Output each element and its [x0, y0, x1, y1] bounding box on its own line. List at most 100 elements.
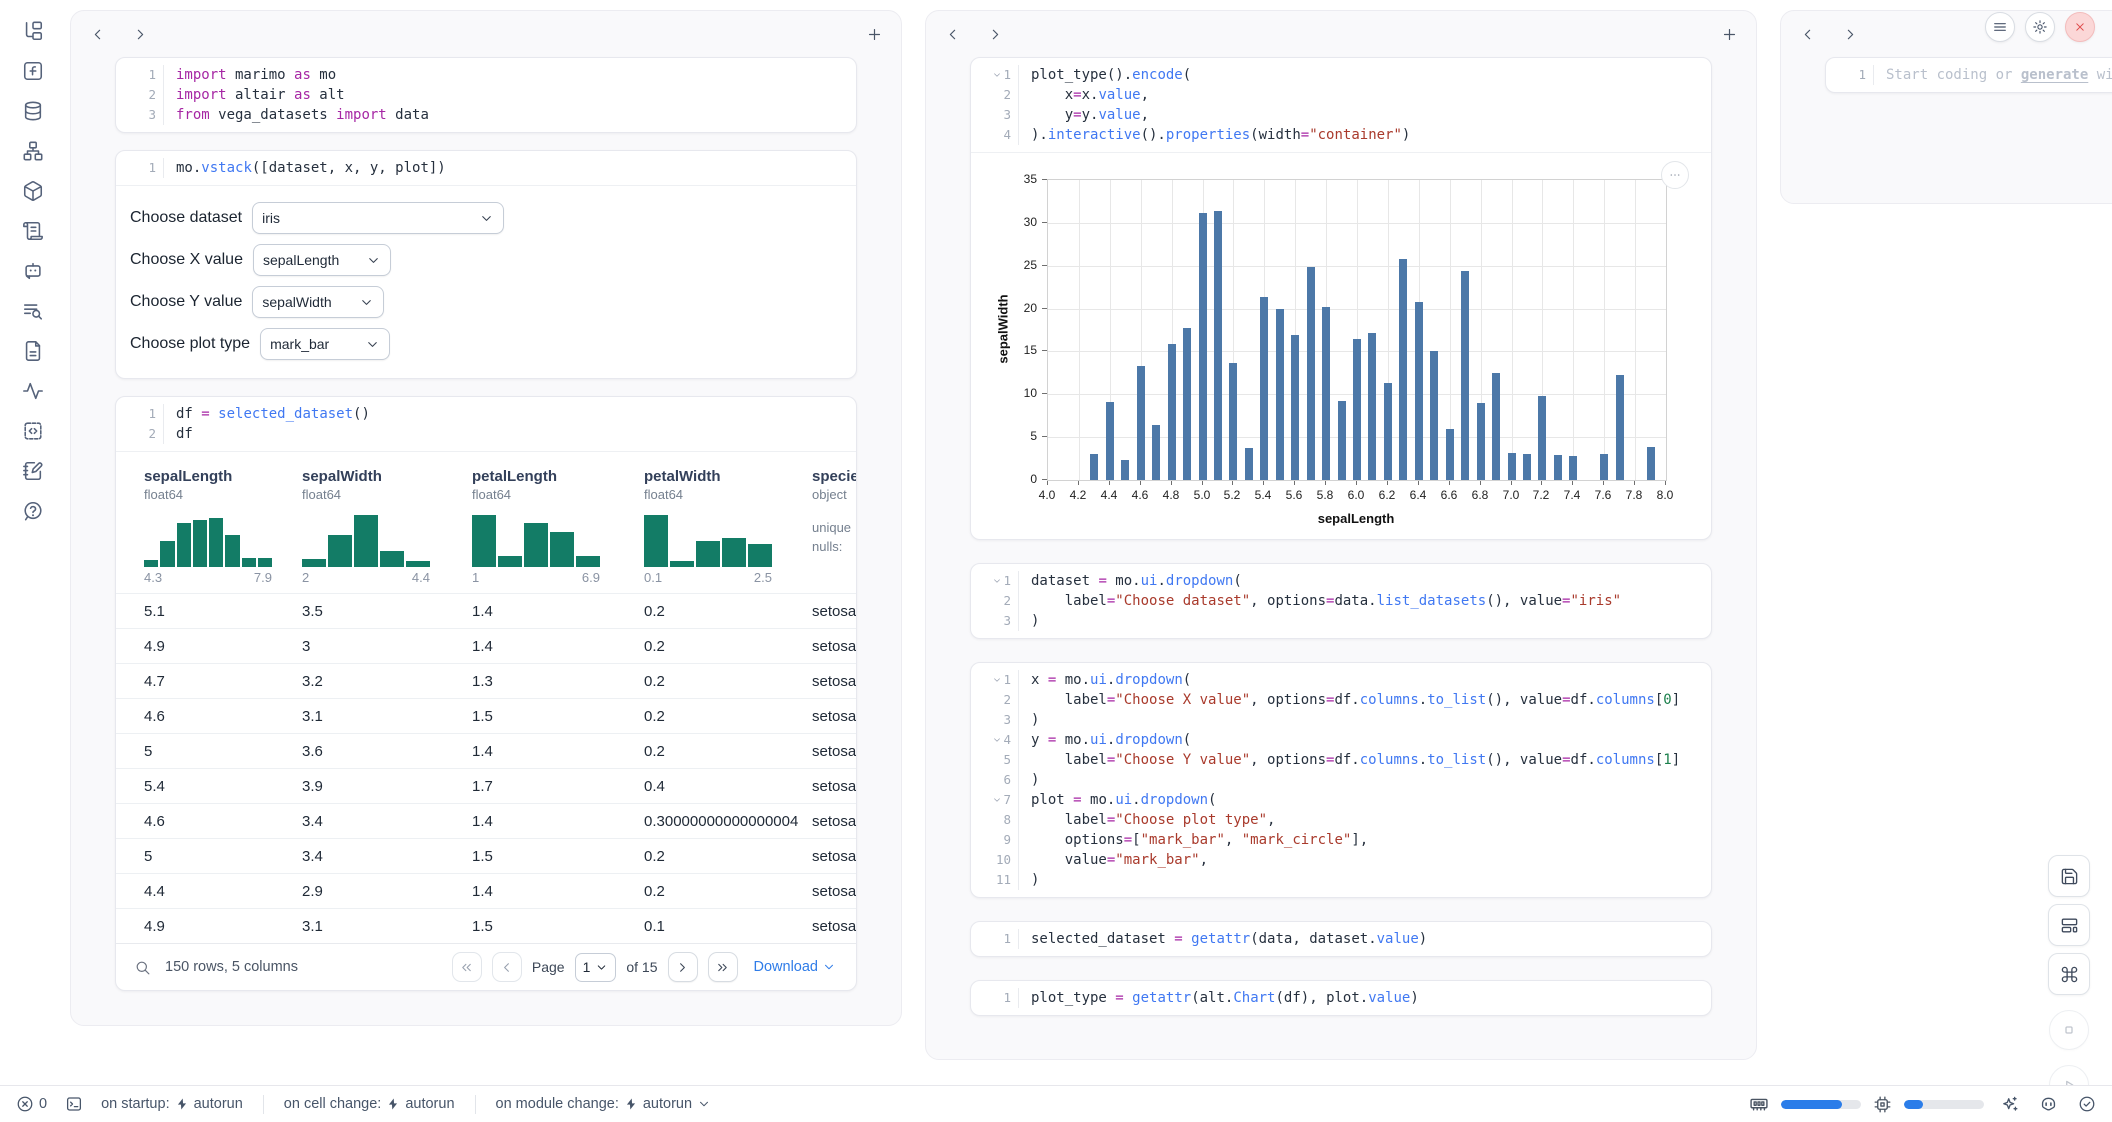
table-row[interactable]: 53.61.40.2setosa — [116, 733, 856, 768]
chart-bar[interactable] — [1399, 259, 1407, 480]
add-cell-button[interactable] — [864, 24, 885, 45]
column-next-button[interactable] — [130, 24, 151, 45]
table-row[interactable]: 4.63.41.40.30000000000000004setosa — [116, 803, 856, 838]
column-next-button[interactable] — [1840, 24, 1861, 45]
sidebar-item-file-text[interactable] — [20, 338, 46, 364]
fold-chevron-icon[interactable] — [992, 795, 1002, 805]
column-histogram[interactable] — [644, 515, 772, 567]
sidebar-item-list-search[interactable] — [20, 298, 46, 324]
chart-bar[interactable] — [1245, 448, 1253, 480]
chart-bar[interactable] — [1430, 351, 1438, 480]
on-startup-setting[interactable]: on startup: autorun — [97, 1094, 247, 1114]
sidebar-item-network[interactable] — [20, 138, 46, 164]
code-editor-placeholder[interactable]: Start coding or generate with — [1874, 65, 2112, 85]
error-count-button[interactable]: 0 — [12, 1093, 51, 1115]
connection-status-button[interactable] — [2074, 1093, 2100, 1115]
table-row[interactable]: 5.43.91.70.4setosa — [116, 768, 856, 803]
menu-button[interactable] — [1985, 12, 2015, 42]
sidebar-item-code-square[interactable] — [20, 418, 46, 444]
chart-bar[interactable] — [1368, 333, 1376, 480]
chart-bar[interactable] — [1492, 373, 1500, 480]
chart-bar[interactable] — [1307, 267, 1315, 480]
sidebar-item-scroll-text[interactable] — [20, 218, 46, 244]
code-editor[interactable]: 1plot_type().encode(2 x=x.value,3 y=y.va… — [971, 58, 1711, 152]
chart-bar[interactable] — [1554, 455, 1562, 480]
ai-assistant-button[interactable] — [1996, 1093, 2023, 1116]
chart-bar[interactable] — [1384, 383, 1392, 480]
chart-bar[interactable] — [1183, 328, 1191, 480]
column-prev-button[interactable] — [1797, 24, 1818, 45]
chart-bar[interactable] — [1199, 213, 1207, 480]
save-button[interactable] — [2048, 855, 2090, 897]
chart-bar[interactable] — [1229, 363, 1237, 480]
page-select[interactable]: 1 — [575, 953, 617, 982]
column-histogram[interactable] — [144, 515, 272, 567]
code-editor[interactable]: 1plot_type = getattr(alt.Chart(df), plot… — [971, 981, 1711, 1015]
chart-bar[interactable] — [1647, 447, 1655, 480]
on-cell-change-setting[interactable]: on cell change: autorun — [280, 1094, 459, 1114]
sidebar-item-function-square[interactable] — [20, 58, 46, 84]
chart-bar[interactable] — [1461, 271, 1469, 480]
chart-bar[interactable] — [1291, 335, 1299, 480]
table-row[interactable]: 4.63.11.50.2setosa — [116, 698, 856, 733]
dropdown-choose-plot-type[interactable]: mark_bar — [260, 328, 390, 360]
code-editor[interactable]: 1import marimo as mo2import altair as al… — [116, 58, 856, 132]
chart-bar[interactable] — [1214, 211, 1222, 480]
fold-chevron-icon[interactable] — [992, 70, 1002, 80]
column-prev-button[interactable] — [87, 24, 108, 45]
dropdown-choose-y-value[interactable]: sepalWidth — [252, 286, 384, 318]
chart-bar[interactable] — [1168, 344, 1176, 480]
chart-bar[interactable] — [1477, 403, 1485, 480]
download-button[interactable]: Download — [748, 958, 843, 976]
table-column-header[interactable]: speciesobjectuniquenulls: — [812, 468, 856, 585]
table-column-header[interactable]: petalWidthfloat640.12.5 — [644, 468, 812, 585]
sidebar-item-file-tree[interactable] — [20, 18, 46, 44]
chart-bar[interactable] — [1322, 307, 1330, 480]
settings-button[interactable] — [2025, 12, 2055, 42]
table-row[interactable]: 4.73.21.30.2setosa — [116, 663, 856, 698]
chart-bar[interactable] — [1616, 375, 1624, 480]
code-editor[interactable]: 1x = mo.ui.dropdown(2 label="Choose X va… — [971, 663, 1711, 897]
sidebar-item-bot[interactable] — [20, 258, 46, 284]
chart-bar[interactable] — [1121, 460, 1129, 480]
fold-chevron-icon[interactable] — [992, 675, 1002, 685]
code-editor[interactable]: 1df = selected_dataset()2df — [116, 397, 856, 451]
code-editor[interactable]: 1selected_dataset = getattr(data, datase… — [971, 922, 1711, 956]
chart-bar[interactable] — [1260, 297, 1268, 480]
table-column-header[interactable]: sepalLengthfloat644.37.9 — [144, 468, 302, 585]
chart-bar[interactable] — [1415, 302, 1423, 480]
sidebar-item-help-circle[interactable] — [20, 498, 46, 524]
table-row[interactable]: 4.931.40.2setosa — [116, 628, 856, 663]
shutdown-button[interactable] — [2065, 12, 2095, 42]
sidebar-item-notebook-pen[interactable] — [20, 458, 46, 484]
first-page-button[interactable] — [452, 952, 482, 982]
sidebar-item-database[interactable] — [20, 98, 46, 124]
chart-bar[interactable] — [1523, 454, 1531, 480]
terminal-button[interactable] — [61, 1093, 87, 1115]
sidebar-item-activity[interactable] — [20, 378, 46, 404]
chart-bar[interactable] — [1538, 396, 1546, 480]
chart-bar[interactable] — [1600, 454, 1608, 480]
table-search-button[interactable] — [130, 957, 155, 978]
table-row[interactable]: 4.42.91.40.2setosa — [116, 873, 856, 908]
on-module-change-setting[interactable]: on module change: autorun — [492, 1094, 716, 1114]
copilot-button[interactable] — [2035, 1093, 2062, 1116]
chart-options-button[interactable] — [1661, 161, 1689, 189]
dropdown-choose-x-value[interactable]: sepalLength — [253, 244, 391, 276]
sidebar-item-package[interactable] — [20, 178, 46, 204]
chart-bar[interactable] — [1106, 402, 1114, 480]
table-row[interactable]: 53.41.50.2setosa — [116, 838, 856, 873]
chart-bar[interactable] — [1508, 453, 1516, 480]
table-column-header[interactable]: sepalWidthfloat6424.4 — [302, 468, 472, 585]
last-page-button[interactable] — [708, 952, 738, 982]
chart-bar[interactable] — [1338, 401, 1346, 480]
stop-button[interactable] — [2049, 1010, 2089, 1050]
chart-bar[interactable] — [1152, 425, 1160, 480]
dropdown-choose-dataset[interactable]: iris — [252, 202, 504, 234]
layout-button[interactable] — [2048, 904, 2090, 946]
chart-bar[interactable] — [1446, 429, 1454, 480]
fold-chevron-icon[interactable] — [992, 576, 1002, 586]
altair-bar-chart[interactable]: 4.04.24.44.64.85.05.25.45.65.86.06.26.46… — [985, 159, 1697, 539]
chart-bar[interactable] — [1276, 309, 1284, 480]
add-cell-button[interactable] — [1719, 24, 1740, 45]
